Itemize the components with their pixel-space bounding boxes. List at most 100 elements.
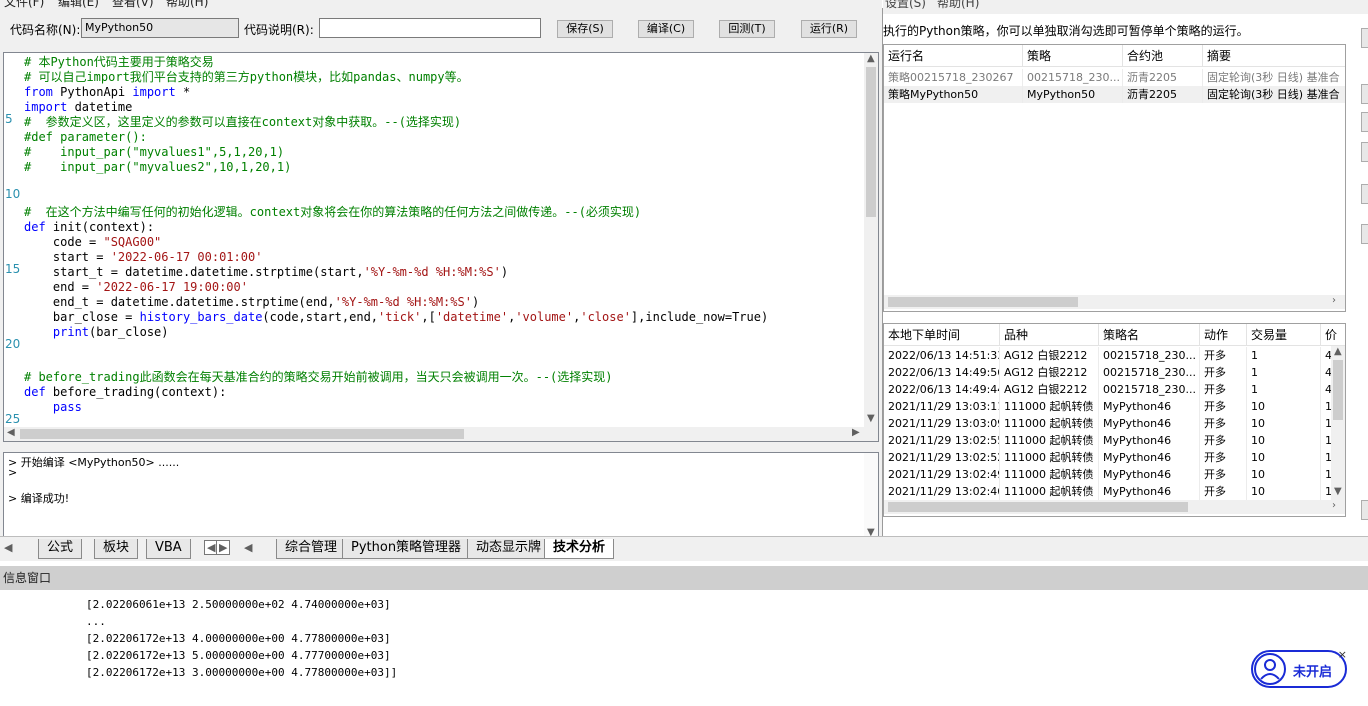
- scroll-thumb[interactable]: [866, 67, 876, 217]
- menu-view[interactable]: 查看(V): [112, 0, 154, 8]
- side-button[interactable]: [1361, 28, 1368, 48]
- column-header[interactable]: 摘要: [1203, 45, 1345, 67]
- column-header[interactable]: 价: [1321, 324, 1345, 346]
- order-grid-hscrollbar[interactable]: ›: [884, 500, 1345, 514]
- output-scrollbar[interactable]: ▼: [864, 453, 878, 541]
- code-token: # before_trading此函数会在每天基准合约的策略交易开始前被调用，当…: [24, 370, 613, 384]
- code-token: before_trading(context):: [52, 385, 227, 399]
- code-token: pass: [52, 400, 82, 414]
- table-row[interactable]: 策略MyPython50 MyPython50 沥青2205 固定轮询(3秒 日线) …: [884, 86, 1345, 103]
- side-button[interactable]: [1361, 500, 1368, 520]
- tab-scroll-left-icon[interactable]: ◀: [4, 541, 12, 554]
- table-row[interactable]: 2021/11/29 13:02:46 111000 起帆转债 MyPython46…: [884, 483, 1332, 500]
- tab-python-strategy-manager[interactable]: Python策略管理器: [342, 539, 471, 559]
- tab-sector[interactable]: 板块: [94, 539, 139, 559]
- close-icon[interactable]: ×: [1338, 648, 1347, 661]
- menu-file[interactable]: 文件(F): [4, 0, 44, 8]
- column-header[interactable]: 品种: [1000, 324, 1099, 346]
- scroll-up-arrow-icon[interactable]: ▲: [1334, 346, 1342, 357]
- output-line: >: [8, 466, 18, 479]
- strategy-grid-hscrollbar[interactable]: ›: [884, 295, 1345, 309]
- menu-help[interactable]: 帮助(H): [166, 0, 208, 8]
- tab-general-management[interactable]: 综合管理: [276, 539, 347, 559]
- table-row[interactable]: 2022/06/13 14:49:56 AG12 白银2212 00215718_2…: [884, 364, 1332, 381]
- column-header[interactable]: 策略名: [1099, 324, 1200, 346]
- table-row[interactable]: 2022/06/13 14:51:33 AG12 白银2212 00215718_2…: [884, 347, 1332, 364]
- side-button[interactable]: [1361, 142, 1368, 162]
- table-cell: 10: [1247, 466, 1321, 483]
- column-header[interactable]: 本地下单时间: [884, 324, 1000, 346]
- table-row[interactable]: 2021/11/29 13:02:55 111000 起帆转债 MyPython46…: [884, 432, 1332, 449]
- scroll-right-arrow-icon[interactable]: ▶: [852, 427, 860, 438]
- code-line: end_t = datetime.datetime.strptime(end,'…: [24, 295, 479, 310]
- scroll-down-arrow-icon[interactable]: ▼: [867, 413, 875, 424]
- table-row[interactable]: 策略00215718_230267 00215718_230... 沥青2205 固定…: [884, 69, 1345, 86]
- table-cell: 开多: [1200, 381, 1247, 398]
- menu-settings[interactable]: 设置(S): [885, 0, 926, 11]
- run-button[interactable]: 运行(R): [801, 20, 857, 38]
- code-token: ,[: [421, 310, 436, 324]
- menu-edit[interactable]: 编辑(E): [58, 0, 99, 8]
- scroll-right-arrow-icon[interactable]: ›: [1332, 295, 1336, 306]
- table-row[interactable]: 2022/06/13 14:49:44 AG12 白银2212 00215718_2…: [884, 381, 1332, 398]
- code-token: print: [52, 325, 90, 339]
- table-cell: 10: [1247, 432, 1321, 449]
- backtest-button[interactable]: 回测(T): [719, 20, 775, 38]
- tab-technical-analysis[interactable]: 技术分析: [544, 539, 615, 559]
- tab-formula[interactable]: 公式: [38, 539, 83, 559]
- code-vertical-scrollbar[interactable]: ▲ ▼: [864, 53, 878, 427]
- code-token: (code,start,end,: [262, 310, 379, 324]
- code-token: bar_close =: [24, 310, 140, 324]
- column-header[interactable]: 策略: [1023, 45, 1123, 67]
- info-window: [2.02206061e+13 2.50000000e+02 4.7400000…: [0, 590, 1368, 706]
- table-cell: 10: [1247, 449, 1321, 466]
- code-desc-field[interactable]: [319, 18, 541, 38]
- tab-dynamic-board[interactable]: 动态显示牌: [467, 539, 551, 559]
- code-editor[interactable]: 5 10 15 20 25 # 本Python代码主要用于策略交易 # 可以自己i…: [3, 52, 879, 442]
- table-row[interactable]: 2021/11/29 13:02:49 111000 起帆转债 MyPython46…: [884, 466, 1332, 483]
- table-cell: 1: [1247, 364, 1321, 381]
- code-line: #def parameter():: [24, 130, 147, 145]
- tab-scroll-left-icon[interactable]: ◀: [244, 541, 252, 554]
- scroll-thumb[interactable]: [20, 429, 464, 439]
- table-row[interactable]: 2021/11/29 13:03:11 111000 起帆转债 MyPython46…: [884, 398, 1332, 415]
- code-token: # 在这个方法中编写任何的初始化逻辑。context对象将会在你的算法策略的任何…: [24, 205, 642, 219]
- code-line: # 可以自己import我们平台支持的第三方python模块，比如pandas、…: [24, 70, 469, 85]
- table-row[interactable]: 2021/11/29 13:03:09 111000 起帆转债 MyPython46…: [884, 415, 1332, 432]
- table-cell: 2021/11/29 13:03:11: [884, 398, 1000, 415]
- side-button[interactable]: [1361, 184, 1368, 204]
- scroll-thumb[interactable]: [1333, 360, 1343, 420]
- scroll-down-arrow-icon[interactable]: ▼: [1334, 486, 1342, 497]
- scroll-up-arrow-icon[interactable]: ▲: [867, 53, 875, 64]
- scroll-thumb[interactable]: [888, 297, 1078, 307]
- tab-scroll-next-icon[interactable]: ▶: [216, 540, 231, 555]
- code-name-field[interactable]: MyPython50: [81, 18, 239, 38]
- compile-button[interactable]: 编译(C): [638, 20, 694, 38]
- output-line: > 编译成功!: [8, 492, 70, 505]
- scroll-right-arrow-icon[interactable]: ›: [1332, 500, 1336, 511]
- line-number: 20: [5, 337, 21, 351]
- scroll-left-arrow-icon[interactable]: ◀: [7, 427, 15, 438]
- code-token: def: [24, 220, 53, 234]
- column-header[interactable]: 动作: [1200, 324, 1247, 346]
- side-button[interactable]: [1361, 112, 1368, 132]
- table-row[interactable]: 2021/11/29 13:02:52 111000 起帆转债 MyPython46…: [884, 449, 1332, 466]
- code-token: 'datetime': [435, 310, 509, 324]
- table-cell: 111000 起帆转债: [1000, 398, 1099, 415]
- table-cell: 00215718_230...: [1099, 347, 1200, 364]
- side-button[interactable]: [1361, 224, 1368, 244]
- scroll-thumb[interactable]: [888, 502, 1188, 512]
- tab-vba[interactable]: VBA: [146, 539, 191, 559]
- column-header[interactable]: 交易量: [1247, 324, 1321, 346]
- code-horizontal-scrollbar[interactable]: ◀ ▶: [4, 427, 878, 441]
- side-button[interactable]: [1361, 84, 1368, 104]
- order-grid-vscrollbar[interactable]: ▲ ▼: [1331, 346, 1345, 500]
- save-button[interactable]: 保存(S): [557, 20, 613, 38]
- column-header[interactable]: 运行名: [884, 45, 1023, 67]
- column-header[interactable]: 合约池: [1123, 45, 1203, 67]
- line-number: 10: [5, 187, 21, 201]
- code-token: init(context):: [52, 220, 155, 234]
- assistant-toggle-button[interactable]: 未开启 ×: [1251, 648, 1347, 688]
- table-cell: MyPython46: [1099, 415, 1200, 432]
- menu-help-right[interactable]: 帮助(H): [937, 0, 979, 11]
